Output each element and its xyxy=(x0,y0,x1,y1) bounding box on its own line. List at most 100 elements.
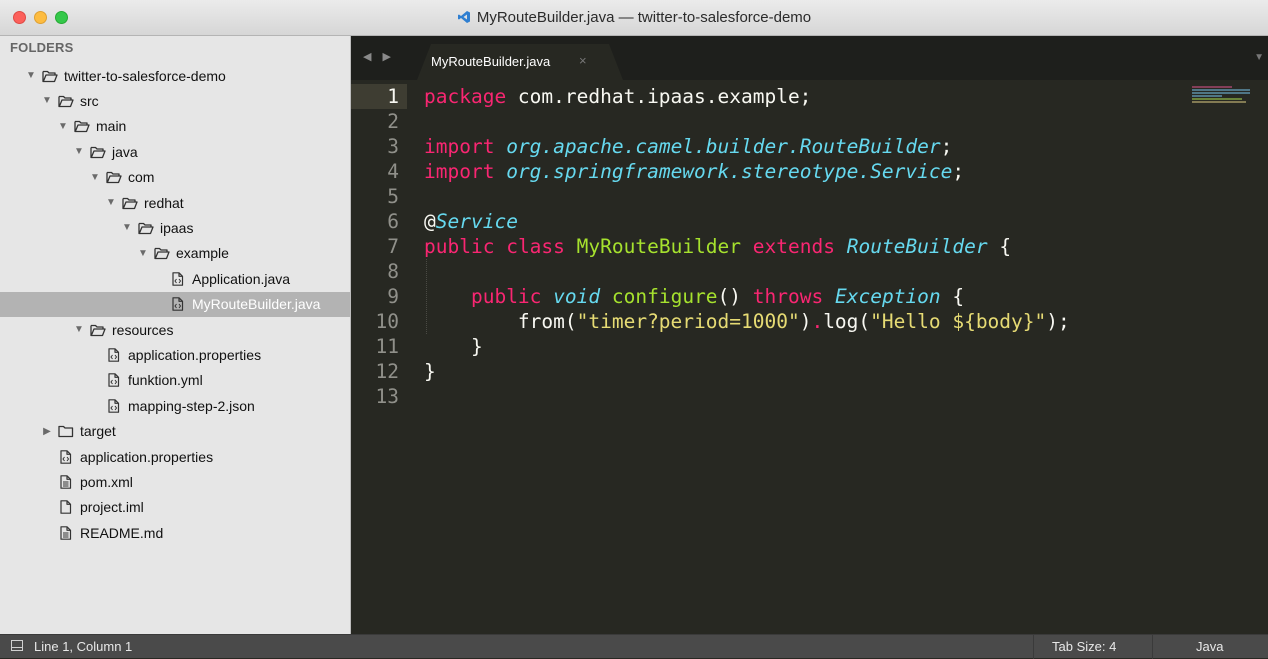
tree-item-label: pom.xml xyxy=(80,473,133,490)
code-line[interactable] xyxy=(424,184,1070,209)
disclosure-open-icon[interactable]: ▼ xyxy=(136,248,150,259)
folder-open-icon xyxy=(42,69,58,83)
code-editor[interactable]: 1 2 3 4 5 6 7 8 9 10 11 12 13 package com.redhat.ipa… xyxy=(351,80,1268,634)
line-number: 5 xyxy=(387,185,399,208)
code-token: org.springframework.stereotype.Service xyxy=(506,160,953,183)
disclosure-open-icon[interactable]: ▼ xyxy=(56,121,70,132)
disclosure-open-icon[interactable]: ▼ xyxy=(72,146,86,157)
line-number: 10 xyxy=(375,310,399,333)
code-token: @ xyxy=(424,210,436,233)
tree-item-label: Application.java xyxy=(192,270,291,287)
code-token: extends xyxy=(752,235,835,258)
tree-item-label: target xyxy=(80,423,116,440)
tab-overflow-menu-icon[interactable]: ▼ xyxy=(1254,52,1264,63)
code-token: "Hello ${body}" xyxy=(870,310,1047,333)
tree-item[interactable]: ▶ target xyxy=(0,419,350,444)
folder-open-icon xyxy=(138,221,154,235)
folder-open-icon xyxy=(90,323,106,337)
code-token: org.apache.camel.builder.RouteBuilder xyxy=(506,135,941,158)
code-token: ); xyxy=(1046,310,1070,333)
code-line[interactable]: } xyxy=(424,359,1070,384)
code-line[interactable] xyxy=(424,259,1070,284)
code-line[interactable]: public void configure() throws Exception… xyxy=(424,284,1070,309)
tree-item[interactable]: ▼ resources xyxy=(0,317,350,342)
tree-item-label: java xyxy=(112,143,138,160)
code-token: { xyxy=(987,235,1012,258)
code-file-icon xyxy=(106,348,122,362)
tree-item[interactable]: README.md xyxy=(0,520,350,545)
disclosure-open-icon[interactable]: ▼ xyxy=(88,172,102,183)
tree-item[interactable]: ▼ main xyxy=(0,114,350,139)
code-token: log( xyxy=(823,310,871,333)
tree-item-label: ipaas xyxy=(160,219,194,236)
line-number: 12 xyxy=(375,360,399,383)
code-token: { xyxy=(940,285,965,308)
code-token: configure xyxy=(611,285,718,308)
syntax-selector[interactable]: Java xyxy=(1196,639,1223,654)
line-number: 8 xyxy=(387,260,399,283)
tree-item[interactable]: ▼ src xyxy=(0,88,350,113)
code-content[interactable]: package com.redhat.ipaas.example; import … xyxy=(424,84,1070,409)
tree-item[interactable]: project.iml xyxy=(0,495,350,520)
disclosure-open-icon[interactable]: ▼ xyxy=(104,197,118,208)
tab-size-selector[interactable]: Tab Size: 4 xyxy=(1052,639,1116,654)
tab-nav-arrows-icon[interactable]: ◀ ▶ xyxy=(363,50,395,63)
code-token: package xyxy=(424,85,507,108)
tree-item-label: application.properties xyxy=(80,448,214,465)
tree-item[interactable]: application.properties xyxy=(0,342,350,367)
code-token: "timer?period=1000" xyxy=(576,310,800,333)
tree-item-label: com xyxy=(128,169,155,186)
tree-item-label: README.md xyxy=(80,524,164,541)
disclosure-open-icon[interactable]: ▼ xyxy=(72,324,86,335)
code-line[interactable]: package com.redhat.ipaas.example; xyxy=(424,84,1070,109)
code-line[interactable] xyxy=(424,384,1070,409)
tree-item-label: redhat xyxy=(144,194,184,211)
tree-item[interactable]: funktion.yml xyxy=(0,368,350,393)
tree-item[interactable]: ▼ ipaas xyxy=(0,215,350,240)
code-line[interactable]: import org.apache.camel.builder.RouteBui… xyxy=(424,134,1070,159)
line-number: 4 xyxy=(387,160,399,183)
panel-toggle-icon[interactable] xyxy=(11,640,23,651)
code-token: ; xyxy=(952,160,965,183)
code-token: com.redhat.ipaas.example; xyxy=(506,85,812,108)
tree-item[interactable]: Application.java xyxy=(0,266,350,291)
code-line[interactable]: public class MyRouteBuilder extends Rout… xyxy=(424,234,1070,259)
line-number: 7 xyxy=(387,235,399,258)
line-number: 9 xyxy=(387,285,399,308)
tree-item[interactable]: mapping-step-2.json xyxy=(0,393,350,418)
code-token: import xyxy=(424,160,495,183)
code-line[interactable]: import org.springframework.stereotype.Se… xyxy=(424,159,1070,184)
tree-item[interactable]: pom.xml xyxy=(0,469,350,494)
tab-myroutebuilder-java[interactable]: MyRouteBuilder.java × xyxy=(417,44,623,80)
status-bar: Line 1, Column 1 Tab Size: 4 Java xyxy=(0,634,1268,659)
code-line[interactable] xyxy=(424,109,1070,134)
disclosure-open-icon[interactable]: ▼ xyxy=(120,222,134,233)
tree-item-label: funktion.yml xyxy=(128,372,203,389)
status-divider xyxy=(1152,635,1153,659)
tree-item-label: mapping-step-2.json xyxy=(128,397,255,414)
disclosure-open-icon[interactable]: ▼ xyxy=(40,95,54,106)
tree-item[interactable]: application.properties xyxy=(0,444,350,469)
code-line[interactable]: from("timer?period=1000").log("Hello ${b… xyxy=(424,309,1070,334)
minimap[interactable] xyxy=(1192,86,1254,116)
tree-item[interactable]: ▼ java xyxy=(0,139,350,164)
folder-open-icon xyxy=(58,94,74,108)
tree-item[interactable]: ▼ redhat xyxy=(0,190,350,215)
code-file-icon xyxy=(170,271,186,286)
line-number: 6 xyxy=(387,210,399,233)
tree-item-label: example xyxy=(176,245,229,262)
tree-item[interactable]: MyRouteBuilder.java xyxy=(0,291,350,317)
tree-item[interactable]: ▼ com xyxy=(0,165,350,190)
code-line[interactable]: } xyxy=(424,334,1070,359)
disclosure-open-icon[interactable]: ▼ xyxy=(24,70,38,81)
tree-item[interactable]: ▼ example xyxy=(0,241,350,266)
tree-item[interactable]: ▼ twitter-to-salesforce-demo xyxy=(0,63,350,88)
disclosure-closed-icon[interactable]: ▶ xyxy=(40,426,54,437)
code-line[interactable]: @Service xyxy=(424,209,1070,234)
tab-close-icon[interactable]: × xyxy=(579,53,587,68)
